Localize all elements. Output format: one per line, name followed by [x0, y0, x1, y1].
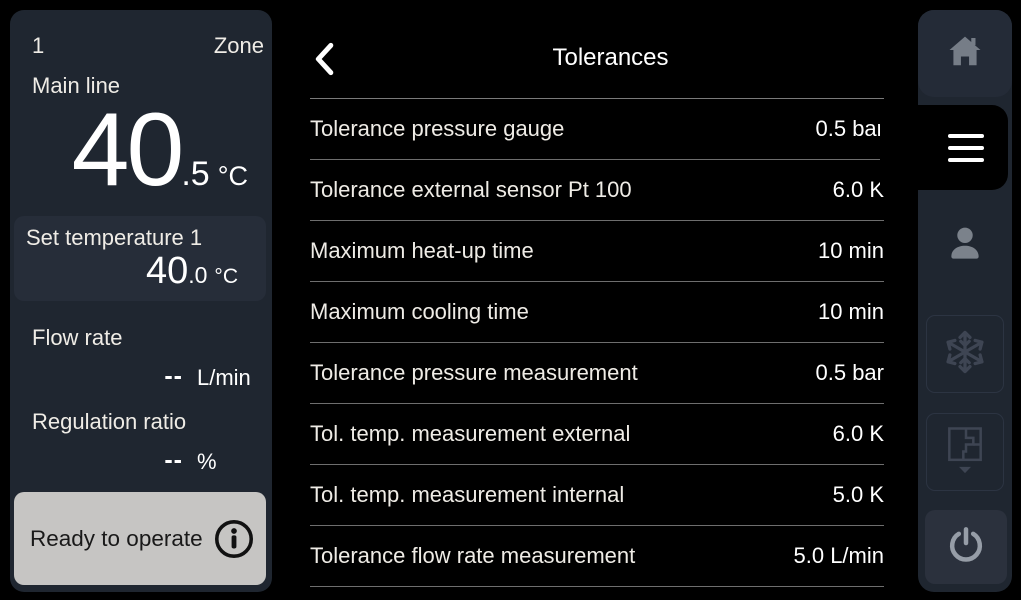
- row-value: 5.0 L/min: [794, 543, 885, 569]
- row-label: Maximum cooling time: [310, 299, 529, 325]
- zone-panel: 1 Zone Main line 40 .5 °C Set temperatur…: [10, 10, 272, 592]
- row-label: Tolerance flow rate measurement: [310, 543, 635, 569]
- main-temp-decimal: .5: [181, 157, 209, 191]
- tolerances-list: Tolerance pressure gauge 0.5 bar Toleran…: [310, 99, 884, 587]
- row-label: Tol. temp. measurement internal: [310, 482, 624, 508]
- flow-rate-label: Flow rate: [32, 325, 122, 351]
- main-temp-unit: °C: [218, 163, 248, 190]
- set-temperature-label: Set temperature 1: [26, 225, 202, 251]
- set-temp-integer: 40: [146, 252, 188, 290]
- status-ready-button[interactable]: Ready to operate: [14, 492, 266, 585]
- mold-icon: [945, 424, 985, 481]
- row-label: Tolerance pressure gauge: [310, 116, 564, 142]
- sidebar-item-user[interactable]: [918, 195, 1012, 295]
- tolerance-row[interactable]: Tolerance pressure measurement 0.5 bar: [310, 343, 884, 404]
- sidebar-item-cooling[interactable]: [926, 315, 1004, 393]
- tolerance-row[interactable]: Tolerance flow rate measurement 5.0 L/mi…: [310, 526, 884, 587]
- row-label: Tol. temp. measurement external: [310, 421, 630, 447]
- menu-icon: [948, 134, 984, 162]
- tolerance-row[interactable]: Tolerance external sensor Pt 100 6.0 K: [310, 160, 884, 221]
- sidebar-item-menu[interactable]: [880, 105, 1008, 190]
- user-icon: [944, 222, 986, 269]
- flow-rate-unit: L/min: [197, 365, 251, 391]
- row-value: 0.5 bar: [816, 360, 885, 386]
- info-icon: [213, 518, 255, 560]
- row-label: Tolerance pressure measurement: [310, 360, 638, 386]
- sidebar-item-power[interactable]: [925, 510, 1007, 584]
- set-temp-unit: °C: [214, 266, 238, 287]
- row-label: Maximum heat-up time: [310, 238, 534, 264]
- sidebar-item-home[interactable]: [918, 10, 1012, 97]
- tolerance-row[interactable]: Tol. temp. measurement external 6.0 K: [310, 404, 884, 465]
- sidebar: [918, 10, 1012, 592]
- row-value: 10 min: [818, 238, 884, 264]
- regulation-ratio-value: --: [164, 446, 183, 475]
- set-temperature-card[interactable]: Set temperature 1 40 .0 °C: [14, 216, 266, 301]
- flow-rate-value: --: [164, 362, 183, 391]
- main-temperature-display: 40 .5 °C: [72, 98, 248, 202]
- tolerances-page: Tolerances Tolerance pressure gauge 0.5 …: [290, 0, 905, 600]
- set-temperature-value: 40 .0 °C: [146, 252, 238, 290]
- hmi-screen: 1 Zone Main line 40 .5 °C Set temperatur…: [0, 0, 1021, 600]
- row-value: 0.5 bar: [816, 116, 885, 142]
- sidebar-item-mold[interactable]: [926, 413, 1004, 491]
- power-icon: [946, 525, 986, 570]
- row-value: 10 min: [818, 299, 884, 325]
- regulation-ratio-label: Regulation ratio: [32, 409, 186, 435]
- status-label: Ready to operate: [30, 526, 203, 552]
- row-value: 6.0 K: [833, 421, 884, 447]
- row-value: 6.0 K: [833, 177, 884, 203]
- set-temp-decimal: .0: [188, 264, 207, 287]
- zone-title: Zone: [214, 33, 264, 59]
- tolerance-row[interactable]: Maximum cooling time 10 min: [310, 282, 884, 343]
- regulation-ratio-unit: %: [197, 449, 217, 475]
- home-icon: [946, 33, 984, 74]
- tolerance-row[interactable]: Tolerance pressure gauge 0.5 bar: [310, 99, 884, 160]
- page-title: Tolerances: [290, 44, 905, 72]
- tolerance-row[interactable]: Maximum heat-up time 10 min: [310, 221, 884, 282]
- main-temp-integer: 40: [72, 98, 182, 202]
- tolerance-row[interactable]: Tol. temp. measurement internal 5.0 K: [310, 465, 884, 526]
- zone-number: 1: [32, 33, 44, 59]
- row-label: Tolerance external sensor Pt 100: [310, 177, 632, 203]
- snowflake-icon: [942, 329, 988, 380]
- row-value: 5.0 K: [833, 482, 884, 508]
